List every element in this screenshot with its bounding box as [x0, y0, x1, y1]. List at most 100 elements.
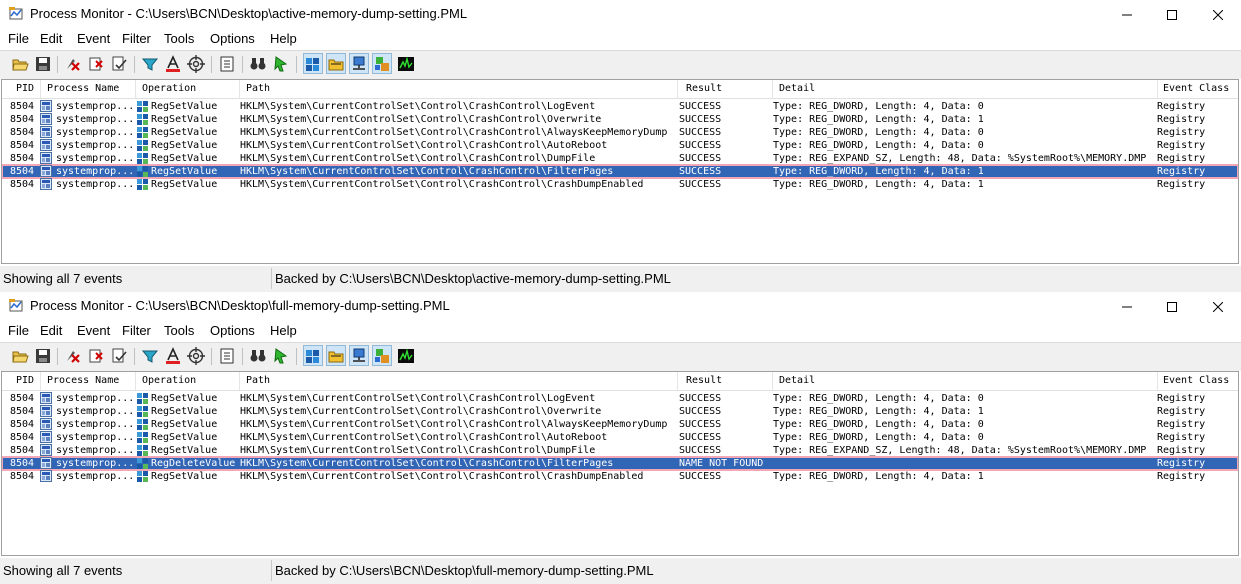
- column-header-pid[interactable]: PID: [16, 375, 34, 386]
- column-header-operation[interactable]: Operation: [142, 375, 196, 386]
- capture-icon[interactable]: [64, 55, 82, 73]
- process-tree-icon[interactable]: [218, 347, 236, 365]
- table-row[interactable]: 8504 systemprop... RegSetValue HKLM\System\…: [2, 470, 1238, 483]
- highlight-icon[interactable]: [164, 55, 182, 73]
- process-activity-icon[interactable]: [372, 345, 392, 366]
- minimize-icon: [1122, 14, 1132, 15]
- save-icon[interactable]: [34, 55, 52, 73]
- column-header-detail[interactable]: Detail: [779, 375, 815, 386]
- highlight-icon[interactable]: [164, 347, 182, 365]
- menu-file[interactable]: File: [8, 31, 29, 46]
- clear-icon[interactable]: [110, 55, 128, 73]
- table-row[interactable]: 8504 systemprop... RegSetValue HKLM\System\…: [2, 139, 1238, 152]
- title-bar[interactable]: Process Monitor - C:\Users\BCN\Desktop\f…: [0, 292, 1241, 321]
- find-icon[interactable]: [249, 347, 267, 365]
- table-row[interactable]: 8504 systemprop... RegSetValue HKLM\System\…: [2, 405, 1238, 418]
- filter-icon[interactable]: [141, 55, 159, 73]
- table-row[interactable]: 8504 systemprop... RegSetValue HKLM\System\…: [2, 113, 1238, 126]
- network-activity-icon[interactable]: [349, 345, 369, 366]
- menu-event[interactable]: Event: [77, 31, 110, 46]
- cell-detail: Type: REG_EXPAND_SZ, Length: 48, Data: %…: [773, 445, 1147, 456]
- profiling-icon[interactable]: [397, 55, 415, 73]
- process-icon: [40, 431, 52, 443]
- cell-operation: RegSetValue: [151, 393, 218, 404]
- clear-icon[interactable]: [110, 347, 128, 365]
- maximize-button[interactable]: [1149, 292, 1195, 321]
- jump-icon[interactable]: [272, 55, 290, 73]
- table-row[interactable]: 8504 systemprop... RegDeleteValue HKLM\Syst…: [2, 456, 1238, 471]
- column-header-event-class[interactable]: Event Class: [1163, 83, 1229, 94]
- maximize-button[interactable]: [1149, 0, 1195, 29]
- network-activity-icon[interactable]: [349, 53, 369, 74]
- table-row[interactable]: 8504 systemprop... RegSetValue HKLM\System\…: [2, 431, 1238, 444]
- minimize-button[interactable]: [1104, 292, 1150, 321]
- column-header-detail[interactable]: Detail: [779, 83, 815, 94]
- profiling-icon[interactable]: [397, 347, 415, 365]
- capture-icon[interactable]: [64, 347, 82, 365]
- table-row[interactable]: 8504 systemprop... RegSetValue HKLM\System\…: [2, 178, 1238, 191]
- table-row[interactable]: 8504 systemprop... RegSetValue HKLM\System\…: [2, 100, 1238, 113]
- autoscroll-icon[interactable]: [87, 347, 105, 365]
- open-icon[interactable]: [11, 347, 29, 365]
- column-header-path[interactable]: Path: [246, 83, 270, 94]
- file-activity-icon[interactable]: [326, 53, 346, 74]
- menu-options[interactable]: Options: [210, 323, 255, 338]
- file-activity-icon[interactable]: [326, 345, 346, 366]
- registry-operation-icon: [137, 139, 149, 151]
- find-icon[interactable]: [249, 55, 267, 73]
- cell-pid: 8504: [10, 114, 35, 125]
- table-row[interactable]: 8504 systemprop... RegSetValue HKLM\System\…: [2, 164, 1238, 179]
- table-row[interactable]: 8504 systemprop... RegSetValue HKLM\System\…: [2, 152, 1238, 165]
- save-icon[interactable]: [34, 347, 52, 365]
- autoscroll-icon[interactable]: [87, 55, 105, 73]
- column-header-path[interactable]: Path: [246, 375, 270, 386]
- menu-filter[interactable]: Filter: [122, 31, 151, 46]
- jump-icon[interactable]: [272, 347, 290, 365]
- table-row[interactable]: 8504 systemprop... RegSetValue HKLM\System\…: [2, 418, 1238, 431]
- cell-operation: RegSetValue: [151, 445, 218, 456]
- close-button[interactable]: [1195, 0, 1241, 29]
- menu-filter[interactable]: Filter: [122, 323, 151, 338]
- table-row[interactable]: 8504 systemprop... RegSetValue HKLM\System\…: [2, 444, 1238, 457]
- menu-help[interactable]: Help: [270, 31, 297, 46]
- column-header-result[interactable]: Result: [686, 375, 722, 386]
- table-row[interactable]: 8504 systemprop... RegSetValue HKLM\System\…: [2, 392, 1238, 405]
- menu-tools[interactable]: Tools: [164, 323, 194, 338]
- backing-file-status: Backed by C:\Users\BCN\Desktop\full-memo…: [275, 563, 654, 578]
- close-button[interactable]: [1195, 292, 1241, 321]
- menu-edit[interactable]: Edit: [40, 323, 62, 338]
- event-grid[interactable]: PID Process Name Operation Path Result D…: [1, 371, 1239, 556]
- registry-activity-icon[interactable]: [303, 345, 323, 366]
- process-activity-icon[interactable]: [372, 53, 392, 74]
- menu-event[interactable]: Event: [77, 323, 110, 338]
- registry-activity-icon[interactable]: [303, 53, 323, 74]
- table-row[interactable]: 8504 systemprop... RegSetValue HKLM\System\…: [2, 126, 1238, 139]
- status-bar: Showing all 7 events Backed by C:\Users\…: [0, 266, 1241, 292]
- process-tree-icon[interactable]: [218, 55, 236, 73]
- title-bar[interactable]: Process Monitor - C:\Users\BCN\Desktop\a…: [0, 0, 1241, 29]
- menu-help[interactable]: Help: [270, 323, 297, 338]
- column-header-event-class[interactable]: Event Class: [1163, 375, 1229, 386]
- menu-options[interactable]: Options: [210, 31, 255, 46]
- cell-pid: 8504: [10, 127, 35, 138]
- cell-result: SUCCESS: [679, 432, 722, 443]
- column-header-process-name[interactable]: Process Name: [47, 375, 119, 386]
- column-header-result[interactable]: Result: [686, 83, 722, 94]
- event-grid[interactable]: PID Process Name Operation Path Result D…: [1, 79, 1239, 264]
- cell-operation: RegSetValue: [151, 114, 218, 125]
- cell-pid: 8504: [10, 471, 35, 482]
- menu-tools[interactable]: Tools: [164, 31, 194, 46]
- target-icon[interactable]: [187, 347, 205, 365]
- column-header-process-name[interactable]: Process Name: [47, 83, 119, 94]
- target-icon[interactable]: [187, 55, 205, 73]
- column-header-operation[interactable]: Operation: [142, 83, 196, 94]
- open-icon[interactable]: [11, 55, 29, 73]
- column-header-pid[interactable]: PID: [16, 83, 34, 94]
- procmon-window-active: Process Monitor - C:\Users\BCN\Desktop\a…: [0, 0, 1241, 292]
- minimize-button[interactable]: [1104, 0, 1150, 29]
- menu-edit[interactable]: Edit: [40, 31, 62, 46]
- cell-event-class: Registry: [1157, 458, 1206, 469]
- cell-path: HKLM\System\CurrentControlSet\Control\Cr…: [240, 432, 608, 443]
- filter-icon[interactable]: [141, 347, 159, 365]
- menu-file[interactable]: File: [8, 323, 29, 338]
